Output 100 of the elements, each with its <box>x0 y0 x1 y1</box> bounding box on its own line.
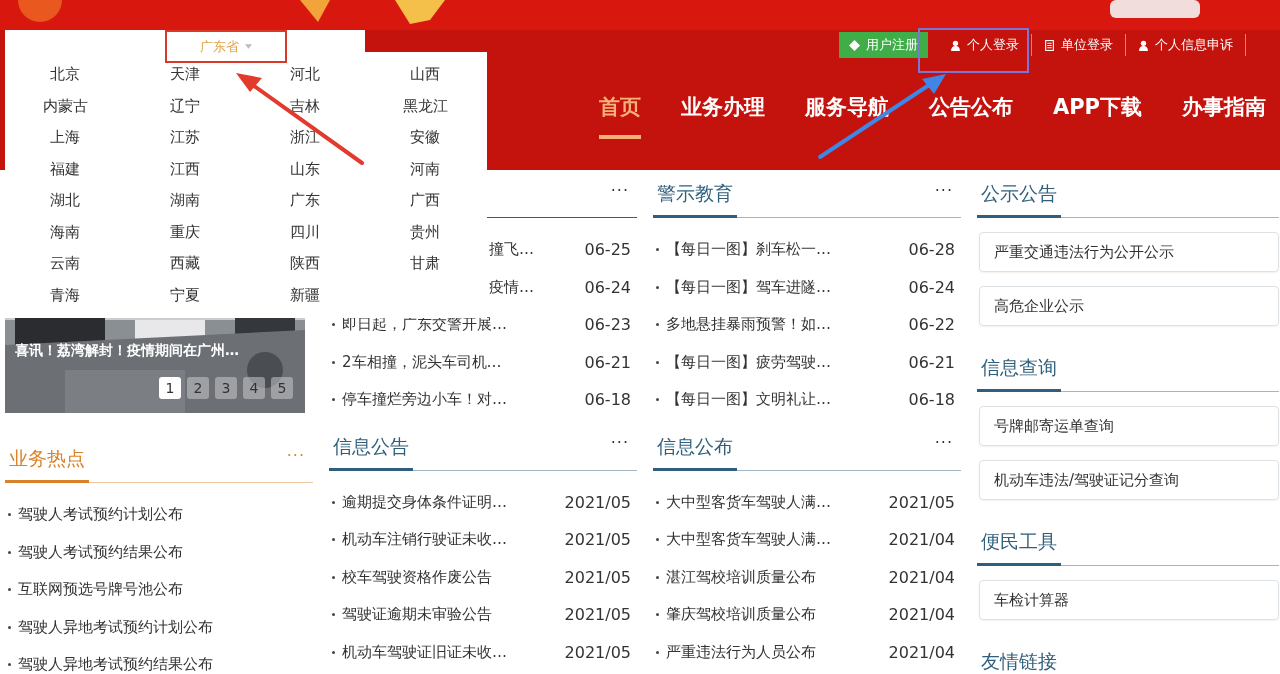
province-option[interactable]: 广东 <box>290 185 320 217</box>
section-title: 警示教育 <box>653 181 737 218</box>
bullet-icon <box>656 360 659 364</box>
nav-tab[interactable]: 公告公布 <box>928 93 1013 139</box>
link-card[interactable]: 机动车违法/驾驶证记分查询 <box>979 460 1279 500</box>
news-date: 06-21 <box>908 352 956 372</box>
bullet-icon <box>656 398 659 402</box>
section-title: 信息查询 <box>977 355 1061 392</box>
bullet-icon <box>332 613 335 617</box>
province-option[interactable]: 广西 <box>410 185 440 217</box>
news-link[interactable]: 【每日一图】驾车进隧… <box>666 277 909 297</box>
more-link[interactable]: ··· <box>606 180 633 208</box>
bullet-icon <box>332 323 335 327</box>
province-option[interactable]: 新疆 <box>290 279 320 311</box>
news-date: 06-25 <box>584 240 632 260</box>
province-option[interactable]: 青海 <box>50 279 80 311</box>
news-date: 06-24 <box>908 277 956 297</box>
nav-tab[interactable]: 办事指南 <box>1182 93 1266 139</box>
news-date: 06-21 <box>584 352 632 372</box>
bullet-icon <box>8 550 11 554</box>
province-option[interactable]: 内蒙古 <box>42 90 88 122</box>
news-link[interactable]: 互联网预选号牌号池公布 <box>18 580 309 600</box>
news-link[interactable]: 驾驶人考试预约结果公布 <box>18 542 309 562</box>
province-option[interactable]: 西藏 <box>170 248 200 280</box>
news-link[interactable]: 校车驾驶资格作废公告 <box>342 567 565 587</box>
province-option[interactable]: 吉林 <box>290 90 320 122</box>
diamond-icon <box>849 39 860 51</box>
header-link[interactable]: 个人信息申诉 <box>1138 36 1233 54</box>
province-option[interactable]: 甘肃 <box>410 248 440 280</box>
link-card[interactable]: 车检计算器 <box>979 580 1279 620</box>
province-option[interactable]: 山东 <box>290 153 320 185</box>
province-option[interactable]: 贵州 <box>410 216 440 248</box>
news-link[interactable]: 大中型客货车驾驶人满… <box>666 492 889 512</box>
header-link[interactable]: 单位登录 <box>1044 36 1113 54</box>
province-option[interactable]: 河北 <box>290 59 320 91</box>
bullet-icon <box>656 500 659 504</box>
province-option[interactable]: 湖南 <box>170 185 200 217</box>
province-option[interactable]: 四川 <box>290 216 320 248</box>
bullet-icon <box>8 513 11 517</box>
news-date: 06-28 <box>908 240 956 260</box>
news-link[interactable]: 机动车注销行驶证未收… <box>342 530 565 550</box>
bullet-icon <box>332 500 335 504</box>
header-link[interactable]: 个人登录 <box>950 36 1019 54</box>
province-option[interactable]: 陕西 <box>290 248 320 280</box>
province-option[interactable]: 江苏 <box>170 122 200 154</box>
province-option[interactable]: 江西 <box>170 153 200 185</box>
user-icon <box>950 39 961 51</box>
news-date: 06-24 <box>584 277 632 297</box>
bullet-icon <box>656 575 659 579</box>
province-option[interactable]: 云南 <box>50 248 80 280</box>
news-link[interactable]: 撞飞… <box>489 240 585 260</box>
province-option[interactable]: 湖北 <box>50 185 80 217</box>
news-date: 06-22 <box>908 315 956 335</box>
news-date: 2021/04 <box>888 567 956 587</box>
link-card[interactable]: 高危企业公示 <box>979 286 1279 326</box>
news-link[interactable]: 停车撞烂旁边小车！对… <box>342 390 585 410</box>
news-link[interactable]: 【每日一图】文明礼让… <box>666 390 909 410</box>
province-option[interactable]: 河南 <box>410 153 440 185</box>
news-link[interactable]: 【每日一图】刹车松一… <box>666 240 909 260</box>
news-link[interactable]: 机动车驾驶证旧证未收… <box>342 642 565 662</box>
province-option[interactable]: 黑龙江 <box>402 90 448 122</box>
news-link[interactable]: 驾驶证逾期未审验公告 <box>342 605 565 625</box>
nav-tab[interactable]: APP下载 <box>1052 93 1142 139</box>
bullet-icon <box>332 360 335 364</box>
news-link[interactable]: 大中型客货车驾驶人满… <box>666 530 889 550</box>
news-link[interactable]: 2车相撞，泥头车司机… <box>342 352 585 372</box>
news-link[interactable]: 疫情… <box>489 277 585 297</box>
news-link[interactable]: 驾驶人异地考试预约结果公布 <box>18 655 309 674</box>
province-option[interactable]: 海南 <box>50 216 80 248</box>
bullet-icon <box>8 588 11 592</box>
news-link[interactable]: 肇庆驾校培训质量公布 <box>666 605 889 625</box>
news-link[interactable]: 逾期提交身体条件证明… <box>342 492 565 512</box>
news-link[interactable]: 驾驶人异地考试预约计划公布 <box>18 617 309 637</box>
section-title: 公示公告 <box>977 181 1061 218</box>
link-card[interactable]: 号牌邮寄运单查询 <box>979 406 1279 446</box>
news-link[interactable]: 驾驶人考试预约计划公布 <box>18 505 309 525</box>
province-option[interactable]: 宁夏 <box>170 279 200 311</box>
section-title: 业务热点 <box>5 446 89 483</box>
province-option[interactable]: 山西 <box>410 59 440 91</box>
news-link[interactable]: 严重违法行为人员公布 <box>666 642 889 662</box>
province-option[interactable]: 辽宁 <box>170 90 200 122</box>
more-link[interactable]: ··· <box>606 433 633 460</box>
news-date: 2021/04 <box>888 530 956 550</box>
news-link[interactable]: 湛江驾校培训质量公布 <box>666 567 889 587</box>
province-option[interactable]: 福建 <box>50 153 80 185</box>
news-link[interactable]: 【每日一图】疲劳驾驶… <box>666 352 909 372</box>
news-date: 06-18 <box>908 390 956 410</box>
news-date: 2021/05 <box>564 567 632 587</box>
link-card[interactable]: 严重交通违法行为公开公示 <box>979 232 1279 272</box>
more-link[interactable]: ··· <box>930 433 957 460</box>
section-title: 友情链接 <box>977 649 1061 674</box>
nav-tab[interactable]: 业务办理 <box>680 93 765 139</box>
province-option[interactable]: 北京 <box>50 59 80 91</box>
nav-tab[interactable]: 服务导航 <box>804 93 889 139</box>
province-option[interactable]: 重庆 <box>170 216 200 248</box>
province-option[interactable]: 上海 <box>50 122 80 154</box>
bullet-icon <box>656 613 659 617</box>
more-link[interactable]: ··· <box>930 180 957 208</box>
news-link[interactable]: 多地悬挂暴雨预警！如… <box>666 315 909 335</box>
province-option[interactable]: 安徽 <box>410 122 440 154</box>
